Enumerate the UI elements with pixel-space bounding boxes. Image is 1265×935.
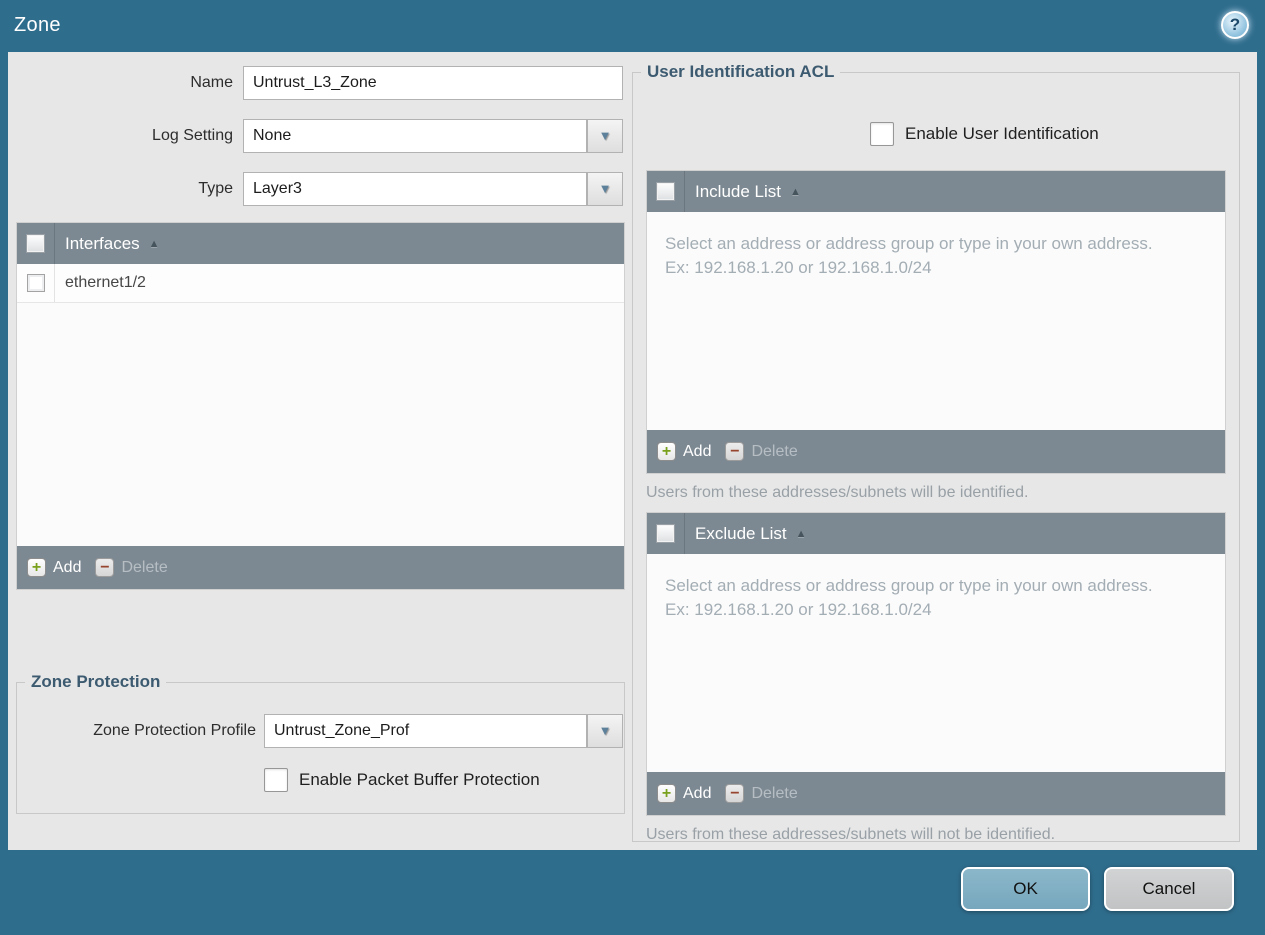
include-list-header: Include List ▲ — [647, 171, 1225, 212]
enable-user-identification-row: Enable User Identification — [870, 122, 1099, 146]
add-button-label: Add — [53, 558, 82, 576]
include-list-footer: + Add − Delete — [647, 430, 1225, 473]
exclude-list-placeholder: Select an address or address group or ty… — [665, 576, 1153, 620]
exclude-list-footer: + Add − Delete — [647, 772, 1225, 815]
interfaces-select-all-checkbox[interactable] — [26, 234, 45, 253]
interfaces-select-all-cell — [17, 223, 55, 264]
include-select-all-cell — [647, 171, 685, 212]
zone-protection-legend: Zone Protection — [31, 672, 161, 691]
dialog-body: Name Log Setting ▼ Type ▼ Interfaces ▲ e… — [8, 52, 1257, 850]
zone-protection-profile-input[interactable] — [264, 714, 587, 748]
include-select-all-checkbox[interactable] — [656, 182, 675, 201]
plus-icon: + — [657, 442, 676, 461]
add-button-label: Add — [683, 442, 712, 460]
interfaces-table-footer: + Add − Delete — [17, 546, 624, 589]
log-setting-dropdown-button[interactable]: ▼ — [587, 119, 623, 153]
enable-user-identification-label: Enable User Identification — [905, 124, 1099, 143]
zone-protection-section: Zone Protection Zone Protection Profile … — [16, 672, 625, 814]
name-label: Name — [190, 74, 233, 91]
table-row[interactable]: ethernet1/2 — [17, 264, 624, 303]
plus-icon: + — [657, 784, 676, 803]
interfaces-delete-button[interactable]: − Delete — [95, 558, 168, 577]
row-checkbox-cell — [17, 264, 55, 302]
sort-ascending-icon[interactable]: ▲ — [790, 186, 801, 198]
exclude-select-all-cell — [647, 513, 685, 554]
packet-buffer-label: Enable Packet Buffer Protection — [299, 770, 540, 789]
include-list-caption: Users from these addresses/subnets will … — [646, 484, 1029, 501]
exclude-list-caption: Users from these addresses/subnets will … — [646, 826, 1056, 843]
type-label: Type — [198, 180, 233, 197]
exclude-add-button[interactable]: + Add — [657, 784, 711, 803]
exclude-list-column-header[interactable]: Exclude List — [695, 524, 787, 544]
interfaces-add-button[interactable]: + Add — [27, 558, 81, 577]
chevron-down-icon: ▼ — [598, 128, 612, 143]
include-list-table: Include List ▲ Select an address or addr… — [646, 170, 1226, 474]
interface-name: ethernet1/2 — [65, 274, 146, 291]
include-list-body[interactable]: Select an address or address group or ty… — [647, 212, 1225, 430]
exclude-select-all-checkbox[interactable] — [656, 524, 675, 543]
name-input[interactable] — [243, 66, 623, 100]
type-dropdown-button[interactable]: ▼ — [587, 172, 623, 206]
interfaces-table-header: Interfaces ▲ — [17, 223, 624, 264]
chevron-down-icon: ▼ — [598, 181, 612, 196]
interfaces-table: Interfaces ▲ ethernet1/2 + Add − Delete — [16, 222, 625, 590]
enable-user-identification-checkbox[interactable] — [870, 122, 894, 146]
include-delete-button[interactable]: − Delete — [725, 442, 798, 461]
minus-icon: − — [725, 442, 745, 461]
cancel-button[interactable]: Cancel — [1104, 867, 1234, 911]
zone-protection-profile-label: Zone Protection Profile — [93, 722, 256, 739]
delete-button-label: Delete — [751, 784, 798, 802]
enable-packet-buffer-checkbox[interactable] — [264, 768, 288, 792]
user-identification-acl-legend: User Identification ACL — [647, 62, 835, 81]
interface-row-checkbox[interactable] — [26, 274, 45, 292]
type-input[interactable] — [243, 172, 587, 206]
include-list-placeholder: Select an address or address group or ty… — [665, 234, 1153, 278]
interfaces-column-header[interactable]: Interfaces — [65, 234, 140, 254]
log-setting-input[interactable] — [243, 119, 587, 153]
exclude-list-table: Exclude List ▲ Select an address or addr… — [646, 512, 1226, 816]
interfaces-table-body: ethernet1/2 — [17, 264, 624, 546]
dialog-title: Zone — [14, 14, 61, 36]
help-icon[interactable]: ? — [1221, 11, 1249, 39]
delete-button-label: Delete — [121, 558, 168, 576]
packet-buffer-row: Enable Packet Buffer Protection — [264, 768, 540, 792]
dialog-titlebar: Zone ? — [0, 0, 1265, 52]
plus-icon: + — [27, 558, 46, 577]
user-identification-acl-section: User Identification ACL Enable User Iden… — [632, 62, 1240, 843]
chevron-down-icon: ▼ — [598, 723, 612, 738]
delete-button-label: Delete — [751, 442, 798, 460]
exclude-delete-button[interactable]: − Delete — [725, 784, 798, 803]
log-setting-label: Log Setting — [152, 127, 233, 144]
sort-ascending-icon[interactable]: ▲ — [149, 238, 160, 250]
include-add-button[interactable]: + Add — [657, 442, 711, 461]
sort-ascending-icon[interactable]: ▲ — [796, 528, 807, 540]
exclude-list-header: Exclude List ▲ — [647, 513, 1225, 554]
exclude-list-body[interactable]: Select an address or address group or ty… — [647, 554, 1225, 772]
include-list-column-header[interactable]: Include List — [695, 182, 781, 202]
ok-button[interactable]: OK — [961, 867, 1090, 911]
minus-icon: − — [725, 784, 745, 803]
zone-protection-profile-dropdown-button[interactable]: ▼ — [587, 714, 623, 748]
minus-icon: − — [95, 558, 115, 577]
add-button-label: Add — [683, 784, 712, 802]
